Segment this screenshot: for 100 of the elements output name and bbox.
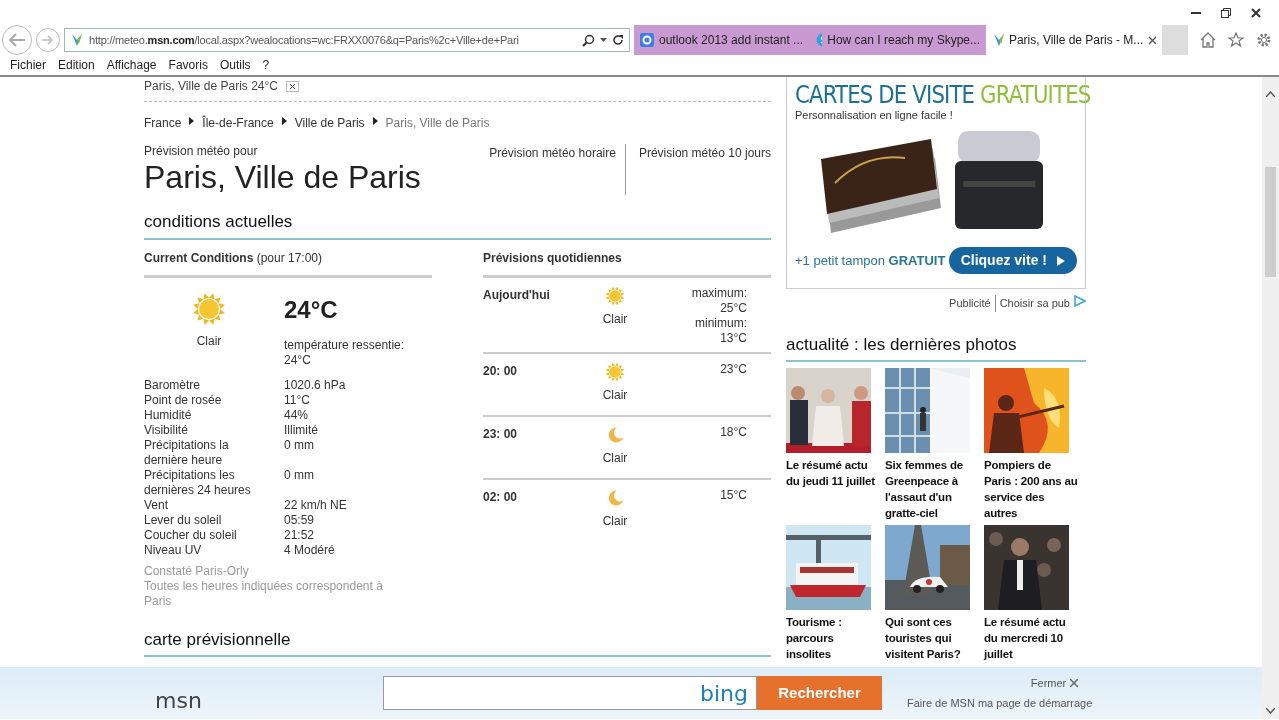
note-text: Constaté Paris-Orly xyxy=(144,563,250,579)
condition-text: Clair xyxy=(602,449,628,467)
section-heading: actualité : les dernières photos xyxy=(786,311,1086,362)
breadcrumb-current: Paris, Ville de Paris xyxy=(385,115,490,132)
forecast-time: 20: 00 xyxy=(483,362,519,380)
temperature-text: 18°C xyxy=(719,424,747,440)
browser-tab[interactable]: Paris, Ville de Paris - M... xyxy=(986,25,1162,55)
temperature-text: 25°C xyxy=(719,300,747,316)
play-icon xyxy=(1057,255,1065,266)
refresh-icon[interactable] xyxy=(612,34,624,46)
ad-label: Publicité xyxy=(949,296,991,311)
close-link[interactable]: Fermer xyxy=(1030,674,1067,691)
detail-label: Coucher du soleil xyxy=(144,527,238,543)
chevron-icon xyxy=(281,117,287,125)
detail-label: Visibilité xyxy=(144,422,189,438)
chevron-up-icon[interactable] xyxy=(1266,91,1275,97)
ad-choices-icon[interactable] xyxy=(1074,295,1086,307)
detail-label: Point de rosée xyxy=(144,392,223,408)
condition-text: Clair xyxy=(602,310,628,328)
photo-caption-link[interactable]: Tourisme : parcours insolites xyxy=(786,614,880,662)
sun-icon xyxy=(605,285,625,306)
forecast-time: 23: 00 xyxy=(483,425,519,443)
photo-caption-link[interactable]: Le résumé actu du mercredi 10 juillet xyxy=(984,614,1078,662)
section-heading: carte prévisionnelle xyxy=(144,612,771,658)
msn-logo: msn xyxy=(155,686,203,715)
menu-item[interactable]: Fichier xyxy=(4,56,52,74)
breadcrumb-link[interactable]: Île-de-France xyxy=(202,114,274,132)
detail-value: 4 Modéré xyxy=(284,542,336,558)
scrollbar[interactable] xyxy=(1262,77,1279,719)
home-icon[interactable] xyxy=(1200,32,1216,48)
city-title: Paris, Ville de Paris xyxy=(144,160,421,196)
detail-label: Précipitations les dernières 24 heures xyxy=(144,467,252,498)
photo-caption-link[interactable]: Pompiers de Paris : 200 ans au service des autres xyxy=(984,457,1078,521)
condition-text: Clair xyxy=(602,512,628,530)
ad-button[interactable]: Cliquez vite ! xyxy=(948,247,1077,274)
menu-item[interactable]: Outils xyxy=(213,56,257,74)
photo-caption-link[interactable]: Qui sont ces touristes qui visitent Paris? xyxy=(885,614,979,662)
temperature: 24°C xyxy=(284,294,339,325)
detail-value: 0 mm xyxy=(284,437,315,454)
detail-label: Humidité xyxy=(144,407,193,423)
section-subheading: Prévisions quotidiennes xyxy=(483,239,771,278)
bing-logo: bing xyxy=(700,679,748,708)
settings-icon[interactable] xyxy=(1256,32,1272,48)
location-text: Paris, Ville de Paris 24°C xyxy=(144,78,278,95)
temperature-text: minimum: xyxy=(694,315,747,331)
detail-value: 21:52 xyxy=(284,527,316,543)
sun-icon xyxy=(192,291,226,326)
star-icon[interactable] xyxy=(1228,32,1244,48)
forecast-time: 02: 00 xyxy=(483,488,519,506)
site-icon xyxy=(992,32,1004,48)
chevron-down-icon[interactable] xyxy=(1266,708,1275,714)
photo-caption-link[interactable]: Le résumé actu du jeudi 11 juillet xyxy=(786,457,880,489)
url-text: http://meteo.msn.com/local.aspx?wealocations=wc:FRXX0076&q=Paris%2c+Ville+de+Pari xyxy=(89,32,520,48)
detail-value: 44% xyxy=(284,407,310,423)
temperature-text: 15°C xyxy=(719,487,747,503)
promo-text: +1 petit tampon GRATUIT xyxy=(795,251,946,270)
menu-item[interactable]: Favoris xyxy=(162,56,214,74)
detail-value: 22 km/h NE xyxy=(284,497,348,513)
menu-item[interactable]: ? xyxy=(256,56,276,74)
ad-choice-link[interactable]: Choisir sa pub xyxy=(994,295,1070,312)
minimize-icon[interactable] xyxy=(1191,11,1201,14)
close-icon[interactable] xyxy=(285,80,299,92)
arrow-right-icon xyxy=(42,35,54,45)
arrow-left-icon xyxy=(8,33,26,47)
temperature-text: 23°C xyxy=(719,361,747,377)
caret-icon[interactable] xyxy=(600,38,607,42)
forecast-link[interactable]: Prévision météo 10 jours xyxy=(624,144,771,196)
close-icon[interactable] xyxy=(1148,35,1156,45)
detail-value: 1020.6 hPa xyxy=(284,377,347,393)
detail-label: Vent xyxy=(144,497,170,513)
section-subheading: Current Conditions (pour 17:00) xyxy=(144,239,432,278)
feels-like-text: température ressentie: 24°C xyxy=(284,337,406,368)
detail-label: Précipitations la dernière heure xyxy=(144,437,230,468)
note-text: Toutes les heures indiquées correspondent à Paris xyxy=(144,578,384,609)
restore-icon[interactable] xyxy=(1221,7,1231,18)
ad-subtitle: Personnalisation en ligne facile ! xyxy=(795,107,954,123)
address-bar[interactable]: http://meteo.msn.com/local.aspx?wealocations=wc:FRXX0076&q=Paris%2c+Ville+de+Pari xyxy=(64,28,630,52)
condition-text: Clair xyxy=(196,332,222,350)
subtitle: Prévision météo pour xyxy=(144,143,259,160)
temperature-text: 13°C xyxy=(719,330,747,346)
homepage-link[interactable]: Faire de MSN ma page de démarrage xyxy=(907,695,1093,712)
detail-label: Niveau UV xyxy=(144,542,203,558)
search-field[interactable]: bing xyxy=(383,676,757,710)
temperature-text: maximum: xyxy=(690,285,747,301)
breadcrumb-link[interactable]: France xyxy=(144,114,182,132)
breadcrumb-link[interactable]: Ville de Paris xyxy=(294,114,365,132)
section-heading: conditions actuelles xyxy=(144,195,771,240)
forecast-link[interactable]: Prévision météo horaire xyxy=(489,144,616,196)
search-icon[interactable] xyxy=(582,33,595,47)
close-icon[interactable] xyxy=(1251,7,1261,18)
search-engine-icon xyxy=(640,33,654,47)
menu-item[interactable]: Edition xyxy=(52,56,101,74)
detail-label: Lever du soleil xyxy=(144,512,223,528)
detail-value: Illimité xyxy=(284,422,319,438)
menu-item[interactable]: Affichage xyxy=(100,56,163,74)
photo-caption-link[interactable]: Six femmes de Greenpeace à l'assaut d'un gratte-ciel xyxy=(885,457,979,521)
chevron-icon xyxy=(372,117,378,125)
scrollbar-thumb[interactable] xyxy=(1265,167,1276,277)
condition-text: Clair xyxy=(602,386,628,404)
detail-value: 11°C xyxy=(284,392,311,408)
